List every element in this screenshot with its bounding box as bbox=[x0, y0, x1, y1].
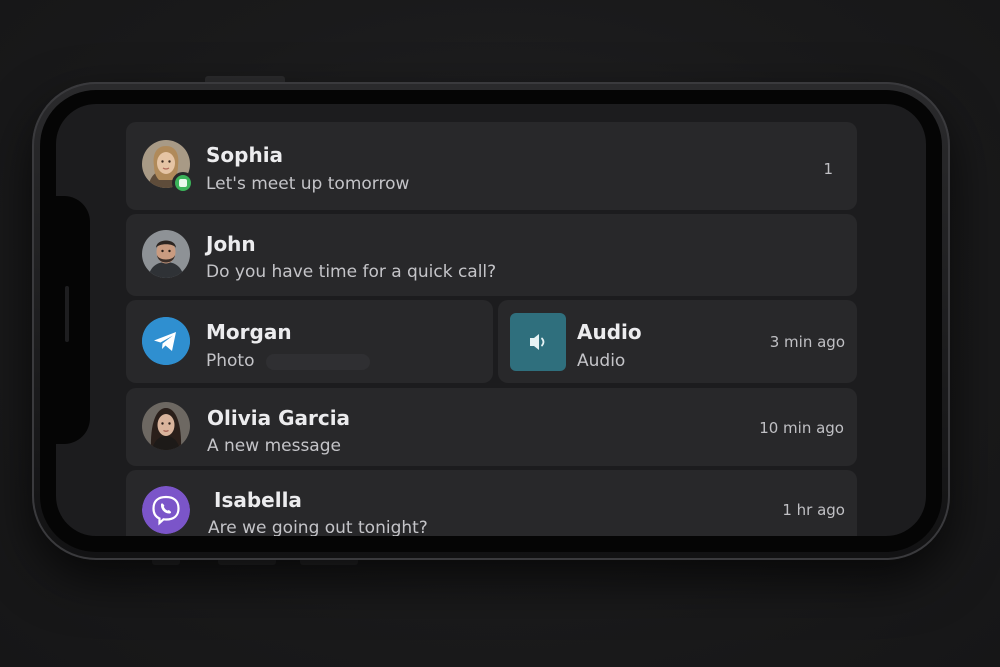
viber-icon bbox=[142, 486, 190, 534]
unread-count: 1 bbox=[823, 160, 833, 178]
contact-name: Morgan bbox=[206, 320, 292, 344]
message-preview: A new message bbox=[207, 436, 341, 456]
message-preview: Are we going out tonight? bbox=[208, 518, 428, 536]
phone-side-button bbox=[152, 560, 180, 565]
message-preview: Audio bbox=[577, 351, 626, 371]
timestamp: 3 min ago bbox=[769, 333, 845, 351]
photo-placeholder bbox=[266, 354, 370, 370]
conversation-item-sophia[interactable]: Sophia Let's meet up tomorrow 1 bbox=[126, 122, 857, 210]
telegram-icon bbox=[142, 317, 190, 365]
notch bbox=[56, 196, 90, 444]
online-status-icon bbox=[172, 172, 194, 194]
avatar bbox=[142, 230, 190, 278]
conversation-item-john[interactable]: John Do you have time for a quick call? bbox=[126, 214, 857, 296]
message-preview: Photo bbox=[206, 351, 255, 371]
timestamp: 1 hr ago bbox=[782, 501, 845, 519]
avatar bbox=[142, 402, 190, 450]
earpiece-speaker bbox=[65, 286, 69, 342]
contact-name: John bbox=[206, 232, 256, 256]
speaker-icon bbox=[510, 313, 566, 371]
conversation-item-olivia-garcia[interactable]: Olivia Garcia A new message 10 min ago bbox=[126, 388, 857, 466]
scene-background: Sophia Let's meet up tomorrow 1 John Do … bbox=[0, 0, 1000, 667]
contact-name: Olivia Garcia bbox=[207, 406, 351, 430]
contact-name: Audio bbox=[577, 320, 642, 344]
contact-name: Sophia bbox=[206, 143, 284, 167]
list-clip: Isabella Are we going out tonight? 1 hr … bbox=[126, 470, 857, 536]
phone-side-button bbox=[300, 560, 358, 565]
conversation-item-isabella[interactable]: Isabella Are we going out tonight? 1 hr … bbox=[126, 470, 857, 536]
conversation-item-morgan[interactable]: Morgan Photo bbox=[126, 300, 493, 383]
timestamp: 10 min ago bbox=[759, 419, 844, 437]
conversation-item-audio[interactable]: Audio Audio 3 min ago bbox=[498, 300, 857, 383]
message-preview: Do you have time for a quick call? bbox=[206, 262, 497, 282]
contact-name: Isabella bbox=[214, 488, 302, 512]
phone-side-button bbox=[218, 560, 276, 565]
message-preview: Let's meet up tomorrow bbox=[206, 174, 410, 194]
